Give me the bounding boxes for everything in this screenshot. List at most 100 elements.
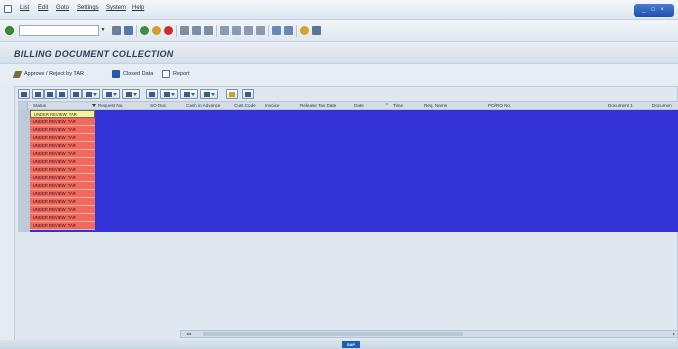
sort-ascending-icon[interactable] (32, 89, 44, 99)
views-menu-icon[interactable] (160, 89, 178, 99)
filter-menu-icon[interactable] (82, 89, 100, 99)
first-page-icon[interactable] (220, 26, 229, 35)
table-row-status[interactable]: UNDER REVIEW: TAR (30, 198, 95, 206)
report-icon (162, 70, 170, 78)
approve-reject-label: Approve / Reject by TAR (24, 71, 85, 77)
column-header-time[interactable]: Time (393, 103, 403, 108)
layout-menu-icon[interactable] (312, 26, 321, 35)
column-header-cash-in-advance[interactable]: Cash in Advance (186, 103, 220, 108)
enter-icon[interactable] (5, 26, 14, 35)
menu-help[interactable]: Help (132, 5, 144, 11)
find-icon[interactable] (192, 26, 201, 35)
table-row-status[interactable]: UNDER REVIEW: TAR (30, 134, 95, 142)
date-sort-marker-icon: * (386, 103, 388, 109)
table-row-status[interactable]: UNDER REVIEW: TAR (30, 166, 95, 174)
scrollbar-thumb[interactable] (203, 332, 463, 336)
table-row-status[interactable]: UNDER REVIEW: TAR (30, 126, 95, 134)
closed-data-button[interactable]: Closed Data (112, 69, 153, 79)
table-header: Status Request No. SO Doc. Cash in Advan… (18, 101, 678, 110)
column-header-so-doc[interactable]: SO Doc. (150, 103, 167, 108)
column-header-cust-code[interactable]: Cust.Code (234, 103, 256, 108)
sap-logo: SAP (342, 341, 360, 348)
status-bar: SAP (0, 340, 678, 349)
subtotal-menu-icon[interactable] (122, 89, 140, 99)
table-row-status[interactable]: UNDER REVIEW: TAR (30, 190, 95, 198)
menu-system[interactable]: System (106, 5, 126, 11)
table-row-status[interactable]: UNDER REVIEW: TAR (30, 158, 95, 166)
last-page-icon[interactable] (256, 26, 265, 35)
column-header-document-2[interactable]: Documen (652, 103, 672, 108)
find-next-icon[interactable] (70, 89, 82, 99)
application-toolbar: Approve / Reject by TAR Closed Data Repo… (0, 64, 678, 84)
table-row-status[interactable]: UNDER REVIEW: TAR (30, 214, 95, 222)
report-label: Report (173, 71, 190, 77)
column-header-req-name[interactable]: Req. Name (424, 103, 447, 108)
next-page-icon[interactable] (244, 26, 253, 35)
window-menu-icon[interactable] (4, 5, 12, 13)
find-next-icon[interactable] (204, 26, 213, 35)
column-header-date[interactable]: Date (354, 103, 364, 108)
pencil-icon (12, 70, 23, 78)
details-icon[interactable] (18, 89, 30, 99)
toolbar-separator (136, 25, 137, 37)
table-row-status[interactable]: UNDER REVIEW: TAR (30, 150, 95, 158)
title-bar: BILLING DOCUMENT COLLECTION (0, 42, 678, 64)
print-icon[interactable] (180, 26, 189, 35)
report-button[interactable]: Report (162, 69, 190, 79)
table-row-status[interactable]: UNDER REVIEW: TAR (30, 182, 95, 190)
table-row-status[interactable]: UNDER REVIEW: TAR (30, 110, 95, 118)
menu-goto[interactable]: Goto (56, 5, 69, 11)
row-selector-column[interactable] (18, 110, 30, 232)
alv-toolbar (18, 89, 278, 100)
find-icon[interactable] (56, 89, 68, 99)
toolbar-separator (296, 25, 297, 37)
back-icon[interactable] (140, 26, 149, 35)
total-menu-icon[interactable] (102, 89, 120, 99)
table-body[interactable] (18, 110, 678, 232)
scroll-right-icon[interactable]: ▸ (670, 330, 678, 338)
horizontal-scrollbar[interactable] (180, 330, 678, 338)
cancel-icon[interactable] (164, 26, 173, 35)
table-row-status[interactable]: UNDER REVIEW: TAR (30, 222, 95, 230)
shortcut-icon[interactable] (284, 26, 293, 35)
window-controls[interactable]: _ □ × (634, 4, 674, 17)
menu-settings[interactable]: Settings (77, 5, 99, 11)
exit-icon[interactable] (152, 26, 161, 35)
table-row-status[interactable]: UNDER REVIEW: TAR (30, 142, 95, 150)
menu-edit[interactable]: Edit (38, 5, 48, 11)
layout-menu-icon[interactable] (200, 89, 218, 99)
sort-descending-icon[interactable] (44, 89, 56, 99)
scroll-left-icon[interactable]: ◂ ▸ (180, 330, 198, 338)
page-title: BILLING DOCUMENT COLLECTION (14, 49, 174, 59)
menu-list[interactable]: List (20, 5, 29, 11)
command-dropdown-icon[interactable]: ▼ (99, 25, 107, 36)
sort-indicator-icon (92, 104, 96, 107)
column-header-status[interactable]: Status (33, 103, 46, 108)
table-row-status[interactable]: UNDER REVIEW: TAR (30, 118, 95, 126)
help-icon[interactable] (300, 26, 309, 35)
back-arrow-icon[interactable] (112, 26, 121, 35)
closed-data-label: Closed Data (123, 71, 154, 77)
previous-page-icon[interactable] (232, 26, 241, 35)
standard-toolbar: ▼ (0, 20, 678, 42)
column-header-invoice[interactable]: Invoice (265, 103, 280, 108)
column-header-document-1[interactable]: Document 1 (608, 103, 633, 108)
column-header-request-no[interactable]: Request No. (98, 103, 124, 108)
column-header-po-ro-no[interactable]: PO/RO No. (488, 103, 511, 108)
column-header-release-tax-date[interactable]: Release Tax Date (300, 103, 336, 108)
info-icon[interactable] (242, 89, 254, 99)
command-field[interactable] (19, 25, 99, 36)
closed-data-icon (112, 70, 120, 78)
graphic-icon[interactable] (226, 89, 238, 99)
table-row-status[interactable]: UNDER REVIEW: TAR (30, 174, 95, 182)
toolbar-separator (216, 25, 217, 37)
save-icon[interactable] (124, 26, 133, 35)
select-all-icon[interactable] (18, 102, 28, 110)
new-session-icon[interactable] (272, 26, 281, 35)
approve-reject-button[interactable]: Approve / Reject by TAR (12, 69, 85, 79)
menu-bar: List Edit Goto Settings System Help _ □ … (0, 0, 678, 20)
toolbar-separator (268, 25, 269, 37)
print-preview-icon[interactable] (146, 89, 158, 99)
table-row-status[interactable]: UNDER REVIEW: TAR (30, 206, 95, 214)
export-menu-icon[interactable] (180, 89, 198, 99)
